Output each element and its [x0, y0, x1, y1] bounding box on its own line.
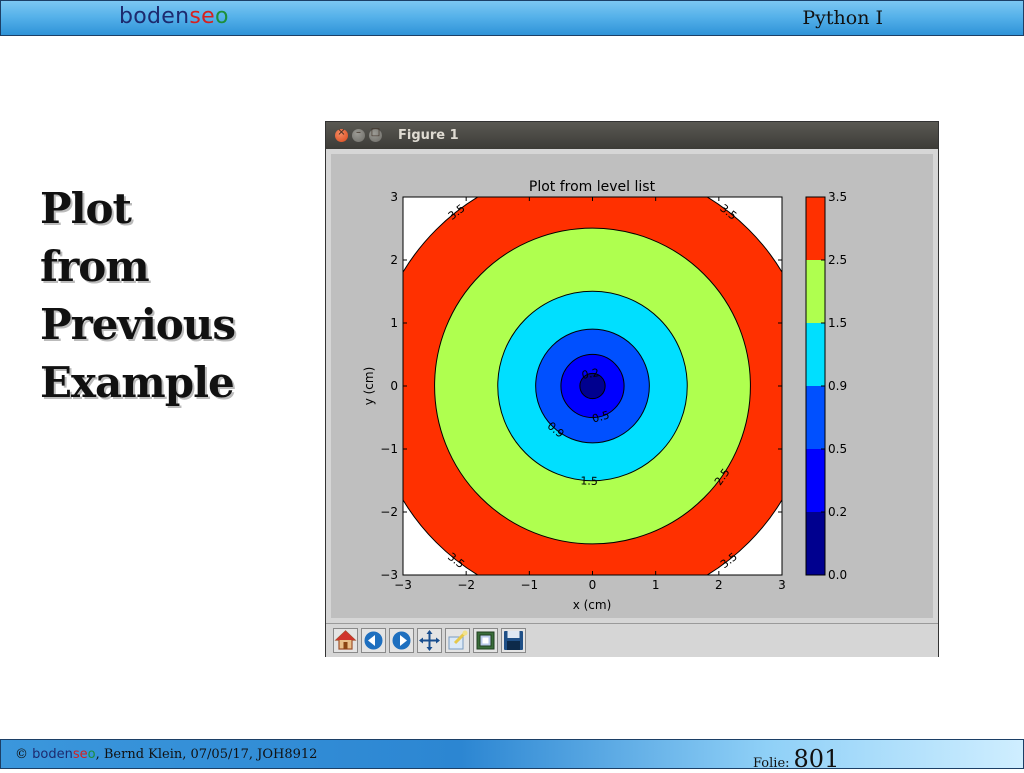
back-icon[interactable] — [361, 628, 386, 653]
footer-credit: © bodenseo, Bernd Klein, 07/05/17, JOH89… — [15, 747, 318, 762]
x-tick-label: 0 — [589, 578, 597, 592]
y-tick-label: −2 — [380, 505, 398, 519]
colorbar-tick-label: 0.5 — [828, 442, 847, 456]
colorbar-segment — [806, 512, 825, 575]
contour-plot: 0.20.50.91.5 2.53.5 3.53.5 3.5 −3 −2 −1 0 1 2 3−3… — [362, 179, 847, 612]
minimize-icon: – — [356, 127, 361, 138]
slide-title: Plot from Previous Example — [40, 180, 300, 412]
slide-footer: © bodenseo, Bernd Klein, 07/05/17, JOH89… — [0, 739, 1024, 773]
folie-label: Folie: — [753, 756, 790, 771]
x-tick-label: −2 — [457, 578, 475, 592]
figure-window: × – □ Figure 1 0.2 0.5 0.9 1.5 2.5 3.5 3.5 3.5 3… — [325, 121, 939, 657]
folie-number: 801 — [793, 745, 840, 773]
x-tick-label: 2 — [715, 578, 723, 592]
colorbar-tick-label: 0.2 — [828, 505, 847, 519]
close-icon: × — [337, 127, 346, 138]
x-tick-label: 3 — [778, 578, 786, 592]
zoom-icon[interactable] — [445, 628, 470, 653]
minimize-window-button[interactable]: – — [352, 127, 365, 142]
colorbar-segment — [806, 197, 825, 260]
colorbar-segment — [806, 449, 825, 512]
chart-title: Plot from level list — [529, 179, 656, 195]
colorbar-segment — [806, 386, 825, 449]
slide-header: bodenseo Python I — [0, 0, 1024, 36]
slide-title-line: Example — [40, 358, 235, 407]
close-window-button[interactable]: × — [335, 127, 348, 142]
contour-label: 1.5 — [580, 474, 598, 488]
x-tick-label: 1 — [652, 578, 660, 592]
footer-brand: bodenseo — [32, 747, 96, 762]
slide-title-line: Plot — [40, 184, 132, 233]
maximize-icon: □ — [370, 127, 381, 138]
colorbar-tick-label: 3.5 — [828, 190, 847, 204]
colorbar-tick-label: 2.5 — [828, 253, 847, 267]
forward-icon[interactable] — [389, 628, 414, 653]
y-tick-label: 1 — [390, 316, 398, 330]
course-title: Python I — [802, 7, 883, 29]
configure-subplots-icon[interactable] — [473, 628, 498, 653]
plot-canvas[interactable]: 0.2 0.5 0.9 1.5 2.5 3.5 3.5 3.5 3.5 −3 −2 −1 0 1 2 3 −3… — [331, 154, 933, 618]
colorbar-tick-label: 1.5 — [828, 316, 847, 330]
colorbar-segment — [806, 323, 825, 386]
colorbar-tick-label: 0.9 — [828, 379, 847, 393]
save-icon[interactable] — [501, 628, 526, 653]
x-axis-label: x (cm) — [573, 598, 612, 612]
y-tick-label: 2 — [390, 253, 398, 267]
home-icon[interactable] — [333, 628, 358, 653]
y-tick-label: −3 — [380, 568, 398, 582]
y-tick-label: 0 — [390, 379, 398, 393]
window-titlebar[interactable]: × – □ Figure 1 — [326, 122, 938, 149]
slide-number: Folie: 801 — [753, 745, 839, 773]
window-title: Figure 1 — [398, 128, 459, 143]
colorbar-segment — [806, 260, 825, 323]
y-tick-label: 3 — [390, 190, 398, 204]
brand-logo: bodenseo — [119, 4, 229, 29]
maximize-window-button[interactable]: □ — [369, 127, 382, 142]
slide-title-line: from — [40, 242, 150, 291]
slide-title-line: Previous — [40, 300, 236, 349]
y-tick-label: −1 — [380, 442, 398, 456]
pan-icon[interactable] — [417, 628, 442, 653]
colorbar-tick-label: 0.0 — [828, 568, 847, 582]
navigation-toolbar — [326, 623, 938, 657]
x-tick-label: −1 — [520, 578, 538, 592]
y-axis-label: y (cm) — [362, 367, 376, 406]
